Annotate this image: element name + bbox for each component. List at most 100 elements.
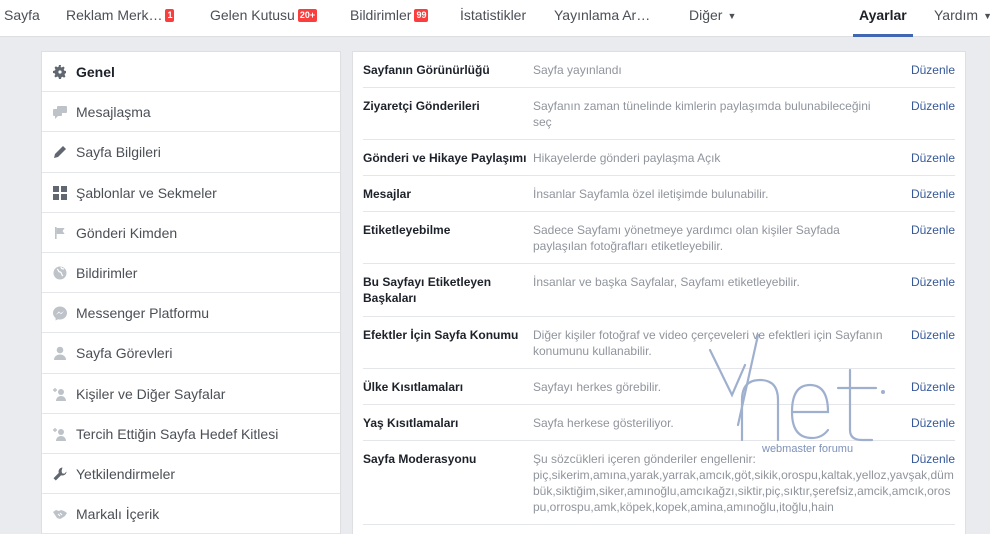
notification-badge: 99 bbox=[414, 9, 429, 22]
sidebar-item-label: Mesajlaşma bbox=[76, 104, 151, 121]
page-top-nav: Sayfa Reklam Merk… 1 Gelen Kutusu 20+ Bild… bbox=[0, 0, 990, 37]
setting-value: İnsanlar ve başka Sayfalar, Sayfamı etik… bbox=[533, 275, 800, 289]
grid-icon bbox=[52, 185, 68, 201]
settings-row-page-moderation: Sayfa Moderasyonu Şu sözcükleri içeren g… bbox=[363, 441, 955, 525]
edit-link[interactable]: Düzenle bbox=[911, 451, 955, 467]
nav-tab-help[interactable]: Yardım ▼ bbox=[934, 0, 990, 37]
general-settings-panel: Sayfanın Görünürlüğü Sayfa yayınlandı Dü… bbox=[352, 51, 966, 534]
edit-link[interactable]: Düzenle bbox=[911, 327, 955, 343]
edit-link[interactable]: Düzenle bbox=[911, 415, 955, 431]
nav-tab-label: Sayfa bbox=[4, 7, 40, 23]
nav-tab-inbox[interactable]: Gelen Kutusu 20+ bbox=[210, 0, 318, 37]
nav-tab-insights[interactable]: İstatistikler bbox=[460, 0, 526, 37]
settings-row-effects-location: Efektler İçin Sayfa Konumu Diğer kişiler… bbox=[363, 317, 955, 369]
nav-tab-label: Gelen Kutusu bbox=[210, 7, 295, 23]
edit-link[interactable]: Düzenle bbox=[911, 150, 955, 166]
sidebar-item-label: Sayfa Bilgileri bbox=[76, 144, 161, 161]
sidebar-item-preferred-audience[interactable]: Tercih Ettiğin Sayfa Hedef Kitlesi bbox=[42, 414, 340, 454]
sidebar-item-messenger-platform[interactable]: Messenger Platformu bbox=[42, 293, 340, 334]
sidebar-item-general[interactable]: Genel bbox=[42, 52, 340, 93]
settings-row-post-story-sharing: Gönderi ve Hikaye Paylaşımı Hikayelerde … bbox=[363, 140, 955, 176]
sidebar-item-label: Markalı İçerik bbox=[76, 506, 160, 523]
setting-label: Sayfa Moderasyonu bbox=[363, 452, 477, 466]
settings-row-page-visibility: Sayfanın Görünürlüğü Sayfa yayınlandı Dü… bbox=[363, 52, 955, 88]
setting-label: Bu Sayfayı Etiketleyen Başkaları bbox=[363, 275, 492, 305]
sidebar-item-post-attribution[interactable]: Gönderi Kimden bbox=[42, 213, 340, 253]
moderation-value: Şu sözcükleri içeren gönderiler engellen… bbox=[533, 451, 955, 515]
caret-down-icon: ▼ bbox=[983, 11, 990, 21]
setting-label: Ülke Kısıtlamaları bbox=[363, 380, 464, 394]
sidebar-item-label: Gönderi Kimden bbox=[76, 224, 178, 241]
setting-label: Efektler İçin Sayfa Konumu bbox=[363, 328, 519, 342]
nav-tab-publishing-tools[interactable]: Yayınlama Ar… bbox=[554, 0, 650, 37]
nav-tab-label: Ayarlar bbox=[859, 7, 907, 23]
globe-icon bbox=[52, 265, 68, 281]
wrench-icon bbox=[52, 466, 68, 482]
nav-tab-more[interactable]: Diğer ▼ bbox=[689, 0, 736, 37]
chat-bubbles-icon bbox=[52, 104, 68, 120]
person-icon bbox=[52, 345, 68, 361]
setting-value: Sayfa herkese gösteriliyor. bbox=[533, 416, 674, 430]
nav-tab-settings[interactable]: Ayarlar bbox=[853, 0, 913, 37]
blocked-words-list: piç,sikerim,amına,yarak,yarrak,amcık,göt… bbox=[533, 468, 954, 514]
person-add-icon bbox=[52, 386, 68, 402]
flag-icon bbox=[52, 225, 68, 241]
sidebar-item-templates-tabs[interactable]: Şablonlar ve Sekmeler bbox=[42, 173, 340, 213]
nav-tab-page[interactable]: Sayfa bbox=[4, 0, 40, 37]
nav-tab-label: Reklam Merk… bbox=[66, 7, 163, 23]
edit-link[interactable]: Düzenle bbox=[911, 186, 955, 202]
nav-tab-label: Diğer bbox=[689, 7, 723, 23]
messenger-icon bbox=[52, 305, 68, 321]
edit-link[interactable]: Düzenle bbox=[911, 62, 955, 78]
sidebar-item-authorizations[interactable]: Yetkilendirmeler bbox=[42, 454, 340, 495]
setting-label: Yaş Kısıtlamaları bbox=[363, 416, 459, 430]
setting-label: Etiketleyebilme bbox=[363, 223, 451, 237]
notification-badge: 1 bbox=[165, 9, 175, 22]
sidebar-item-label: Tercih Ettiğin Sayfa Hedef Kitlesi bbox=[76, 425, 279, 442]
notification-badge: 20+ bbox=[297, 9, 318, 22]
sidebar-item-page-roles[interactable]: Sayfa Görevleri bbox=[42, 333, 340, 374]
setting-value: Hikayelerde gönderi paylaşma Açık bbox=[533, 151, 721, 165]
nav-tab-label: Yayınlama Ar… bbox=[554, 7, 651, 23]
settings-row-tagging-ability: Etiketleyebilme Sadece Sayfamı yönetmeye… bbox=[363, 212, 955, 264]
caret-down-icon: ▼ bbox=[727, 11, 737, 21]
setting-label: Gönderi ve Hikaye Paylaşımı bbox=[363, 151, 527, 165]
setting-value: Sayfanın zaman tünelinde kimlerin paylaş… bbox=[533, 99, 871, 129]
handshake-icon bbox=[52, 506, 68, 522]
settings-row-country-restrictions: Ülke Kısıtlamaları Sayfayı herkes görebi… bbox=[363, 369, 955, 405]
settings-row-age-restrictions: Yaş Kısıtlamaları Sayfa herkese gösteril… bbox=[363, 405, 955, 441]
pencil-icon bbox=[52, 144, 68, 160]
sidebar-item-notifications[interactable]: Bildirimler bbox=[42, 253, 340, 294]
sidebar-item-page-info[interactable]: Sayfa Bilgileri bbox=[42, 132, 340, 173]
setting-label: Mesajlar bbox=[363, 187, 412, 201]
sidebar-item-label: Messenger Platformu bbox=[76, 305, 210, 322]
edit-link[interactable]: Düzenle bbox=[911, 274, 955, 290]
nav-tab-ads-center[interactable]: Reklam Merk… 1 bbox=[66, 0, 175, 37]
sidebar-item-label: Kişiler ve Diğer Sayfalar bbox=[76, 385, 226, 402]
settings-row-messages: Mesajlar İnsanlar Sayfamla özel iletişim… bbox=[363, 176, 955, 212]
sidebar-item-label: Bildirimler bbox=[76, 264, 138, 281]
sidebar-item-label: Yetkilendirmeler bbox=[76, 465, 176, 482]
setting-value: Sayfayı herkes görebilir. bbox=[533, 380, 662, 394]
setting-value: İnsanlar Sayfamla özel iletişimde buluna… bbox=[533, 187, 769, 201]
nav-tab-label: Yardım bbox=[934, 7, 979, 23]
settings-sidebar: Genel Mesajlaşma Sayfa Bilgileri Şablonl… bbox=[41, 51, 341, 534]
sidebar-item-label: Sayfa Görevleri bbox=[76, 345, 173, 362]
setting-value: Sayfa yayınlandı bbox=[533, 63, 622, 77]
edit-link[interactable]: Düzenle bbox=[911, 98, 955, 114]
sidebar-item-messaging[interactable]: Mesajlaşma bbox=[42, 92, 340, 133]
sidebar-item-label: Şablonlar ve Sekmeler bbox=[76, 184, 217, 201]
setting-label: Ziyaretçi Gönderileri bbox=[363, 99, 480, 113]
setting-value: Sadece Sayfamı yönetmeye yardımcı olan k… bbox=[533, 223, 840, 253]
sidebar-item-branded-content[interactable]: Markalı İçerik bbox=[42, 494, 340, 534]
settings-row-others-tagging: Bu Sayfayı Etiketleyen Başkaları İnsanla… bbox=[363, 264, 955, 317]
gear-icon bbox=[52, 64, 68, 80]
setting-value: Diğer kişiler fotoğraf ve video çerçevel… bbox=[533, 328, 883, 358]
moderation-intro: Şu sözcükleri içeren gönderiler engellen… bbox=[533, 452, 756, 466]
sidebar-item-people-and-pages[interactable]: Kişiler ve Diğer Sayfalar bbox=[42, 374, 340, 414]
nav-tab-notifications[interactable]: Bildirimler 99 bbox=[350, 0, 429, 37]
edit-link[interactable]: Düzenle bbox=[911, 379, 955, 395]
edit-link[interactable]: Düzenle bbox=[911, 222, 955, 238]
setting-label: Sayfanın Görünürlüğü bbox=[363, 63, 490, 77]
settings-row-visitor-posts: Ziyaretçi Gönderileri Sayfanın zaman tün… bbox=[363, 88, 955, 140]
